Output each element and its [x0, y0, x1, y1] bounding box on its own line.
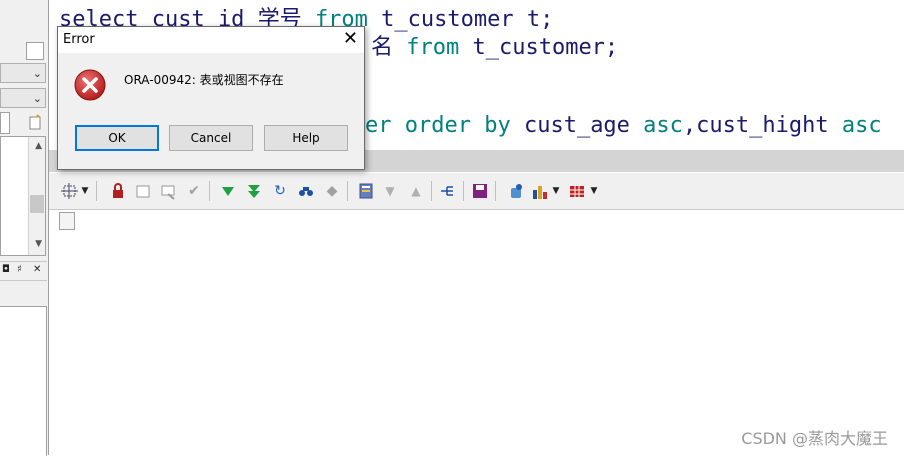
new-row-icon[interactable] — [134, 182, 152, 200]
code-line-4: er order by cust_age asc,cust_hight asc — [365, 113, 882, 138]
close-icon[interactable]: ✕ — [343, 29, 358, 49]
results-toolbar: ▼ ✔ ↻ ◆ ▼ ▲ ▼ ▼ — [49, 173, 904, 210]
clear-icon[interactable]: ◆ — [323, 182, 341, 200]
error-dialog: Error ✕ ORA-00942: 表或视图不存在 OK Cancel Hel… — [57, 26, 365, 170]
refresh-icon[interactable]: ↻ — [271, 182, 289, 200]
delete-row-icon[interactable] — [159, 182, 177, 200]
error-icon — [74, 69, 106, 101]
lock-icon[interactable] — [109, 182, 127, 200]
panel-header-bar: ◘ ♯ ✕ — [0, 261, 47, 281]
dialog-title: Error — [63, 32, 95, 47]
chevron-down-icon[interactable]: ▼ — [551, 182, 561, 200]
float-icon[interactable]: ◘ — [2, 264, 10, 275]
panel-checkbox[interactable] — [26, 42, 44, 60]
filter-input[interactable] — [0, 112, 10, 134]
code-line-2: 名 from t_customer; — [371, 35, 619, 60]
query-icon[interactable] — [297, 182, 315, 200]
sort-up-icon[interactable]: ▲ — [407, 182, 425, 200]
sort-down-icon[interactable]: ▼ — [381, 182, 399, 200]
close-icon[interactable]: ✕ — [33, 264, 41, 275]
object-list[interactable]: ▲ ▼ — [0, 136, 46, 256]
select-cursor-icon[interactable] — [61, 182, 79, 200]
watermark: CSDN @蒸肉大魔王 — [741, 429, 888, 448]
ok-button[interactable]: OK — [75, 125, 159, 151]
cancel-button[interactable]: Cancel — [169, 125, 253, 151]
dialog-titlebar: Error ✕ — [58, 27, 364, 53]
chevron-down-icon[interactable]: ▼ — [589, 182, 599, 200]
results-grid[interactable] — [49, 210, 904, 455]
scroll-thumb[interactable] — [30, 195, 44, 213]
error-message: ORA-00942: 表或视图不存在 — [124, 73, 284, 87]
chevron-down-icon[interactable]: ▼ — [80, 182, 90, 200]
chart-icon[interactable] — [531, 182, 549, 200]
new-object-icon[interactable] — [28, 114, 42, 130]
left-panel: ⌄ ⌄ ▲ ▼ ◘ ♯ ✕ — [0, 0, 49, 456]
explain-icon[interactable] — [439, 182, 457, 200]
owner-combo[interactable]: ⌄ — [0, 88, 46, 108]
scroll-down-icon[interactable]: ▼ — [35, 239, 42, 249]
grid-corner-cell[interactable] — [59, 212, 75, 230]
dialog-body: ORA-00942: 表或视图不存在 OK Cancel Help — [58, 53, 364, 169]
object-type-combo[interactable]: ⌄ — [0, 63, 46, 83]
chevron-down-icon: ⌄ — [32, 92, 42, 105]
fetch-last-icon[interactable] — [245, 182, 263, 200]
single-record-icon[interactable] — [357, 182, 375, 200]
lower-panel — [0, 306, 47, 456]
scrollbar[interactable]: ▲ ▼ — [28, 137, 45, 255]
pin-icon[interactable]: ♯ — [17, 264, 22, 275]
export-table-icon[interactable] — [568, 182, 586, 200]
save-icon[interactable] — [471, 182, 489, 200]
fetch-next-icon[interactable] — [219, 182, 237, 200]
help-button[interactable]: Help — [264, 125, 348, 151]
connect-icon[interactable] — [507, 182, 525, 200]
scroll-up-icon[interactable]: ▲ — [35, 141, 42, 151]
chevron-down-icon: ⌄ — [32, 67, 42, 80]
post-icon[interactable]: ✔ — [185, 182, 203, 200]
